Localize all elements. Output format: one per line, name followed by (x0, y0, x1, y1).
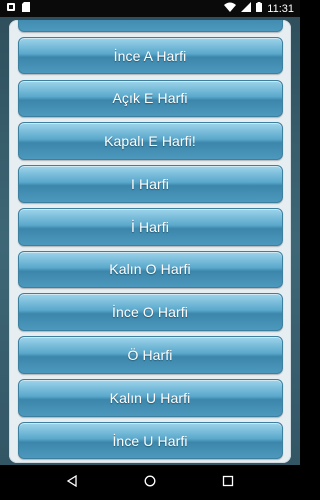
signal-icon (241, 2, 252, 15)
battery-icon (256, 2, 263, 15)
recents-icon (222, 474, 234, 492)
notification-icon (6, 2, 16, 15)
list-item-i[interactable]: I Harfi (17, 165, 283, 203)
list-item-dotted-i[interactable]: İ Harfi (17, 207, 283, 246)
home-icon (144, 474, 156, 492)
list-item-kalin-a[interactable]: Kalın A Harfi (17, 20, 283, 32)
list-item-o-umlaut[interactable]: Ö Harfi (17, 336, 283, 374)
wifi-icon (224, 2, 237, 15)
status-bar: 11:31 (0, 0, 300, 17)
list-item-kalin-u[interactable]: Kalın U Harfi (17, 379, 283, 417)
list-item-kapali-e[interactable]: Kapalı E Harfi! (17, 122, 283, 160)
app-content: Kalın A Harfi İnce A Harfi Açık E Harfi … (0, 17, 300, 465)
list-item-acik-e[interactable]: Açık E Harfi (17, 79, 283, 118)
list-panel[interactable]: Kalın A Harfi İnce A Harfi Açık E Harfi … (9, 20, 291, 463)
clock: 11:31 (267, 2, 294, 15)
sd-card-icon (22, 2, 30, 15)
letter-list: Kalın A Harfi İnce A Harfi Açık E Harfi … (9, 20, 291, 463)
recents-button[interactable] (214, 473, 242, 493)
list-item-ince-a[interactable]: İnce A Harfi (17, 36, 283, 75)
list-item-kalin-o[interactable]: Kalın O Harfi (17, 250, 283, 289)
home-button[interactable] (136, 473, 164, 493)
list-item-ince-o[interactable]: İnce O Harfi (17, 293, 283, 332)
navigation-bar (0, 465, 300, 500)
list-item-ince-u[interactable]: İnce U Harfi (17, 421, 283, 460)
back-button[interactable] (58, 473, 86, 493)
back-icon (66, 474, 78, 492)
